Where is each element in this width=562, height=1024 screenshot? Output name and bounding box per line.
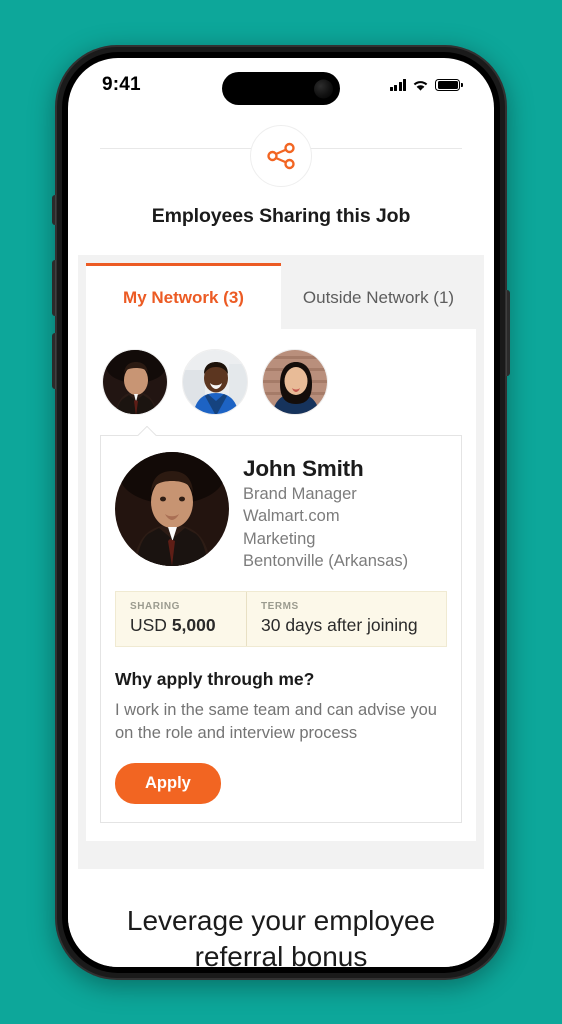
cellular-bars-icon [389,79,406,91]
dynamic-island [222,72,340,105]
tab-outside-network-label: Outside Network (1) [302,287,455,307]
tab-outside-network[interactable]: Outside Network (1) [281,263,476,329]
share-header: Employees Sharing this Job [68,112,494,228]
promo-caption: Leverage your employee referral bonus [68,881,494,967]
sharing-cell: SHARING USD 5,000 [116,592,246,646]
volume-up-button[interactable] [52,260,56,316]
status-indicators [389,78,460,92]
avatar-image [263,350,327,414]
why-apply-title: Why apply through me? [115,668,315,689]
employee-company: Walmart.com [243,507,340,526]
page-title: Employees Sharing this Job [151,205,411,227]
network-panel: My Network (3) Outside Network (1) John … [78,255,484,869]
sharing-value: USD 5,000 [130,615,232,636]
avatar-image [103,350,167,414]
terms-value: 30 days after joining [261,614,418,635]
employee-location: Bentonville (Arkansas) [243,552,409,571]
employee-name: John Smith [243,456,364,481]
share-nodes-icon [267,142,295,170]
phone-bezel: 9:41 Employees Sharing this Job My Netwo… [62,52,500,973]
network-content: John Smith Brand Manager Walmart.com Mar… [86,329,476,841]
employee-photo [115,452,229,566]
volume-down-button[interactable] [52,333,56,389]
referral-terms-strip: SHARING USD 5,000 TERMS 30 days after jo… [115,590,447,647]
avatar-image [115,452,229,566]
employee-department: Marketing [243,529,316,548]
employee-info: John Smith Brand Manager Walmart.com Mar… [243,452,408,573]
tab-my-network-label: My Network (3) [123,287,244,307]
avatar-employee-2[interactable] [182,349,248,415]
status-clock: 9:41 [102,74,141,95]
apply-button[interactable]: Apply [115,762,221,804]
phone-screen: 9:41 Employees Sharing this Job My Netwo… [68,58,494,967]
avatar-image [183,350,247,414]
terms-label: TERMS [261,600,299,612]
sharing-amount: 5,000 [171,614,216,635]
employee-job-title: Brand Manager [243,484,357,503]
card-pointer-arrow [137,426,157,436]
terms-cell: TERMS 30 days after joining [246,591,432,646]
front-camera-icon [314,79,333,98]
why-apply-body: I work in the same team and can advise y… [115,700,437,743]
status-bar: 9:41 [68,58,494,112]
phone-frame: 9:41 Employees Sharing this Job My Netwo… [52,45,510,980]
avatar-employee-3[interactable] [262,349,328,415]
sharing-currency: USD [130,614,167,635]
power-button[interactable] [506,290,510,376]
share-icon-badge [250,125,312,187]
employee-avatar-row [98,343,464,415]
tab-my-network[interactable]: My Network (3) [86,263,281,329]
network-tabs: My Network (3) Outside Network (1) [86,263,476,329]
silent-switch-button[interactable] [52,195,56,225]
sharing-label: SHARING [130,600,180,612]
employee-summary: John Smith Brand Manager Walmart.com Mar… [115,452,447,573]
avatar-john-smith[interactable] [102,349,168,415]
employee-detail-card: John Smith Brand Manager Walmart.com Mar… [100,435,462,823]
wifi-icon [413,80,428,91]
battery-full-icon [435,78,460,92]
